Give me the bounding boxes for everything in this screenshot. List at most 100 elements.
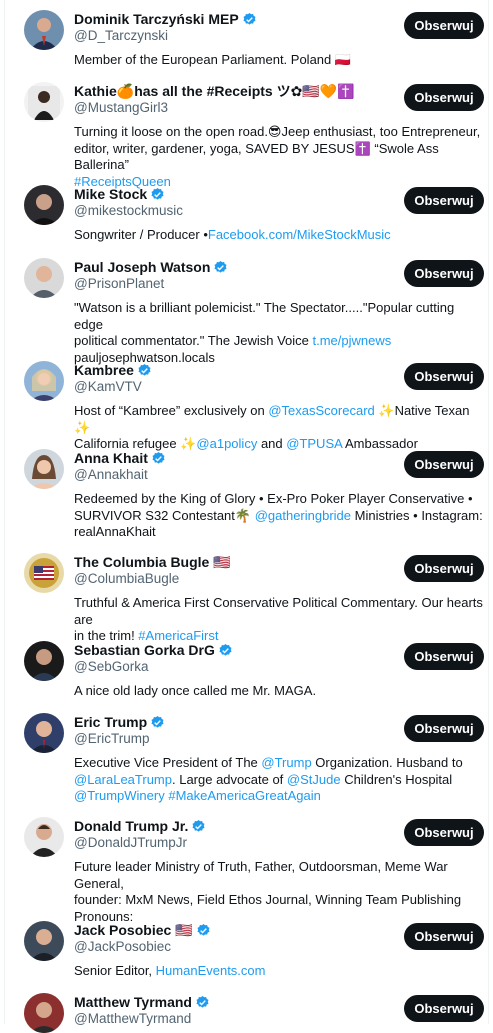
bio-text: SURVIVOR S32 Contestant🌴	[74, 507, 255, 523]
verified-badge-icon	[138, 363, 151, 376]
handle[interactable]: @D_Tarczynski	[74, 28, 168, 43]
follow-suggestions-list: Dominik Tarczyński MEP @D_Tarczynski Mem…	[4, 0, 489, 1033]
list-item[interactable]: Matthew Tyrmand @MatthewTyrmand Obserwuj	[10, 993, 488, 1033]
list-item[interactable]: Paul Joseph Watson @PrisonPlanet "Watson…	[10, 258, 488, 365]
handle[interactable]: @Annakhait	[74, 467, 148, 482]
display-name[interactable]: The Columbia Bugle 🇺🇸	[74, 554, 231, 571]
handle[interactable]: @mikestockmusic	[74, 203, 183, 218]
follow-button[interactable]: Obserwuj	[404, 12, 484, 39]
bio-text: Executive Vice President of The	[74, 755, 262, 770]
avatar[interactable]	[24, 553, 64, 593]
list-item[interactable]: Donald Trump Jr. @DonaldJTrumpJr Future …	[10, 817, 488, 924]
display-name[interactable]: Kambree	[74, 362, 134, 378]
avatar[interactable]	[24, 641, 64, 681]
list-item[interactable]: Eric Trump @EricTrump Executive Vice Pre…	[10, 713, 488, 803]
follow-button[interactable]: Obserwuj	[404, 451, 484, 478]
follow-button[interactable]: Obserwuj	[404, 819, 484, 846]
list-item[interactable]: Kathie🍊has all the #Receipts ツ✿🇺🇸🧡✝️ @Mu…	[10, 81, 488, 189]
bio: Senior Editor, HumanEvents.com	[74, 963, 484, 980]
verified-badge-icon	[151, 715, 164, 728]
handle[interactable]: @DonaldJTrumpJr	[74, 835, 187, 850]
follow-button[interactable]: Obserwuj	[404, 923, 484, 950]
avatar[interactable]	[24, 258, 64, 298]
avatar[interactable]	[24, 993, 64, 1033]
handle[interactable]: @PrisonPlanet	[74, 276, 164, 291]
mention-link[interactable]: @TexasScorecard	[268, 403, 374, 418]
verified-badge-icon	[192, 819, 205, 832]
follow-button[interactable]: Obserwuj	[404, 995, 484, 1022]
display-name[interactable]: Jack Posobiec 🇺🇸	[74, 922, 193, 939]
bio-text: Ministries • Instagram:	[351, 507, 483, 523]
handle[interactable]: @MustangGirl3	[74, 100, 168, 115]
bio-text: Senior Editor,	[74, 963, 156, 978]
display-name[interactable]: Matthew Tyrmand	[74, 994, 192, 1010]
avatar[interactable]	[24, 449, 64, 489]
bio: Songwriter / Producer •Facebook.com/Mike…	[74, 227, 484, 244]
avatar[interactable]	[24, 921, 64, 961]
bio-text: Songwriter / Producer •	[74, 227, 208, 242]
bio-text: editor, writer, gardener, yoga, SAVED BY…	[74, 140, 439, 173]
display-name[interactable]: Anna Khait	[74, 450, 148, 466]
list-item[interactable]: Jack Posobiec 🇺🇸 @JackPosobiec Senior Ed…	[10, 921, 488, 981]
bio-text: Truthful & America First Conservative Po…	[74, 595, 483, 627]
display-name[interactable]: Eric Trump	[74, 714, 147, 730]
handle[interactable]: @EricTrump	[74, 731, 149, 746]
verified-badge-icon	[151, 187, 164, 200]
avatar[interactable]	[24, 713, 64, 753]
follow-button[interactable]: Obserwuj	[404, 260, 484, 287]
verified-badge-icon	[214, 260, 227, 273]
bio-link[interactable]: t.me/pjwnews	[313, 333, 392, 348]
avatar[interactable]	[24, 361, 64, 401]
follow-button[interactable]: Obserwuj	[404, 363, 484, 390]
handle[interactable]: @JackPosobiec	[74, 939, 171, 954]
display-name[interactable]: Sebastian Gorka DrG	[74, 642, 215, 658]
mention-link[interactable]: @gatheringbride	[255, 508, 351, 523]
verified-badge-icon	[152, 451, 165, 464]
display-name[interactable]: Mike Stock	[74, 186, 147, 202]
list-item[interactable]: Anna Khait @Annakhait Redeemed by the Ki…	[10, 449, 488, 539]
follow-button[interactable]: Obserwuj	[404, 187, 484, 214]
bio-text: . Large advocate of	[171, 771, 287, 787]
bio: Turning it loose on the open road.😎Jeep …	[74, 124, 484, 190]
mention-link[interactable]: @StJude	[287, 772, 341, 787]
display-name[interactable]: Paul Joseph Watson	[74, 259, 210, 275]
follow-button[interactable]: Obserwuj	[404, 715, 484, 742]
bio-text: Turning it loose on the open road.😎Jeep …	[74, 124, 481, 139]
display-name[interactable]: Kathie🍊has all the #Receipts ツ✿🇺🇸🧡✝️	[74, 81, 355, 101]
avatar[interactable]	[24, 817, 64, 857]
bio: Member of the European Parliament. Polan…	[74, 52, 484, 69]
list-item[interactable]: Dominik Tarczyński MEP @D_Tarczynski Mem…	[10, 10, 488, 80]
bio-text: "Watson is a brilliant polemicist." The …	[74, 300, 455, 332]
list-item[interactable]: Sebastian Gorka DrG @SebGorka A nice old…	[10, 641, 488, 698]
handle[interactable]: @ColumbiaBugle	[74, 571, 179, 586]
bio-link[interactable]: HumanEvents.com	[156, 963, 266, 978]
follow-button[interactable]: Obserwuj	[404, 643, 484, 670]
bio: Host of “Kambree” exclusively on @TexasS…	[74, 403, 484, 453]
handle[interactable]: @KamVTV	[74, 379, 142, 394]
bio-text: realAnnaKhait	[74, 524, 156, 539]
hashtag-link[interactable]: #MakeAmericaGreatAgain	[168, 788, 320, 803]
mention-link[interactable]: @TrumpWinery	[74, 788, 165, 803]
display-name[interactable]: Donald Trump Jr.	[74, 818, 188, 834]
follow-button[interactable]: Obserwuj	[404, 84, 484, 111]
bio: Truthful & America First Conservative Po…	[74, 595, 484, 645]
bio-link[interactable]: Facebook.com/MikeStockMusic	[208, 227, 391, 242]
follow-button[interactable]: Obserwuj	[404, 555, 484, 582]
bio: Future leader Ministry of Truth, Father,…	[74, 859, 484, 925]
mention-link[interactable]: @LaraLeaTrump	[74, 772, 172, 787]
handle[interactable]: @SebGorka	[74, 659, 149, 674]
avatar[interactable]	[24, 10, 64, 50]
display-name[interactable]: Dominik Tarczyński MEP	[74, 11, 239, 27]
bio: Redeemed by the King of Glory • Ex-Pro P…	[74, 491, 484, 541]
avatar[interactable]	[24, 185, 64, 225]
list-item[interactable]: Mike Stock @mikestockmusic Songwriter / …	[10, 185, 488, 245]
bio-text: founder: MxM News, Field Ethos Journal, …	[74, 892, 462, 907]
verified-badge-icon	[197, 923, 210, 936]
verified-badge-icon	[219, 643, 232, 656]
bio-text: Member of the European Parliament. Polan…	[74, 52, 352, 67]
avatar[interactable]	[24, 82, 64, 122]
bio-text: A nice old lady once called me Mr. MAGA.	[74, 683, 317, 698]
list-item[interactable]: The Columbia Bugle 🇺🇸 @ColumbiaBugle Tru…	[10, 553, 488, 643]
mention-link[interactable]: @Trump	[261, 755, 311, 770]
list-item[interactable]: Kambree @KamVTV Host of “Kambree” exclus…	[10, 361, 488, 451]
